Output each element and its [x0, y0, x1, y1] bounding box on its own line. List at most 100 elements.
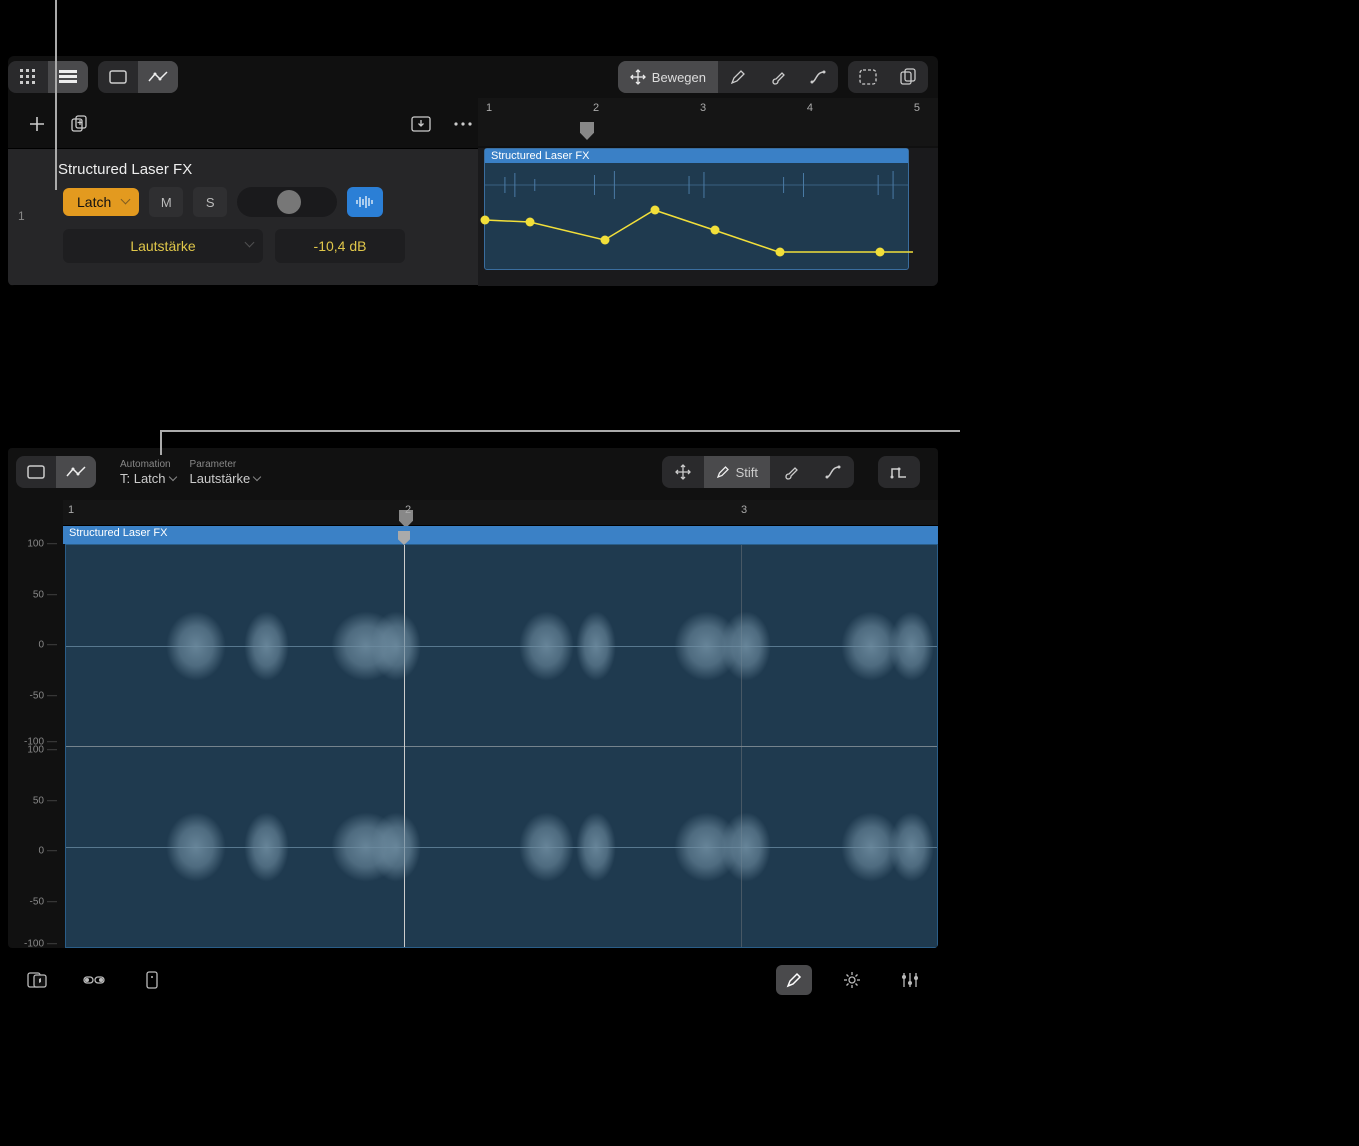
duplicate-track-button[interactable] — [64, 109, 94, 139]
automation-point[interactable] — [481, 216, 490, 225]
pencil-icon — [730, 69, 746, 85]
waveform-burst — [166, 812, 226, 882]
settings-button[interactable] — [834, 965, 870, 995]
automation-param-value[interactable]: -10,4 dB — [275, 229, 405, 263]
track-name: Structured Laser FX — [58, 161, 192, 178]
settings-icon — [843, 971, 861, 989]
ruler-tick: 3 — [741, 504, 747, 516]
audio-editor-panel: Automation T: Latch Parameter Lautstärke… — [8, 448, 938, 948]
curve-icon — [810, 69, 826, 85]
brush-icon — [770, 69, 786, 85]
marquee-button[interactable] — [848, 61, 888, 93]
import-icon — [411, 116, 431, 132]
timeline-ruler[interactable]: 12345 — [478, 98, 938, 146]
pencil-tool-button[interactable] — [718, 61, 758, 93]
scale-label: 100 — [27, 539, 57, 550]
brush-tool-button[interactable] — [758, 61, 798, 93]
automation-point[interactable] — [711, 226, 720, 235]
curve-tool-button[interactable] — [798, 61, 838, 93]
editor-automation-view-button[interactable] — [56, 456, 96, 488]
automation-point[interactable] — [651, 206, 660, 215]
playhead[interactable] — [580, 122, 594, 140]
editor-ruler[interactable]: 1 2 3 — [63, 500, 938, 526]
copy-button[interactable] — [888, 61, 928, 93]
region-view-button[interactable] — [98, 61, 138, 93]
library-icon — [27, 972, 45, 988]
annotation-line-mid — [160, 430, 960, 432]
curve-icon — [825, 464, 841, 480]
editor-toolbar: Automation T: Latch Parameter Lautstärke… — [8, 448, 938, 496]
library-button[interactable] — [18, 965, 54, 995]
pan-slider[interactable] — [237, 187, 337, 217]
audio-region[interactable]: Structured Laser FX — [484, 148, 909, 270]
move-icon — [630, 69, 646, 85]
track-lane[interactable]: Structured Laser FX — [478, 148, 938, 286]
region-waveform — [485, 165, 908, 205]
solo-button[interactable]: S — [193, 187, 227, 217]
waveform-burst — [721, 611, 771, 681]
waveform-burst — [576, 812, 616, 882]
waveform-icon — [355, 195, 375, 209]
more-icon — [454, 121, 472, 127]
scale-label: 0 — [38, 640, 57, 651]
dropdown-value: Lautstärke — [190, 471, 251, 486]
automation-point[interactable] — [876, 248, 885, 257]
sliders-icon — [901, 972, 919, 988]
duplicate-icon — [70, 115, 88, 133]
editor-shape-tool[interactable] — [878, 456, 920, 488]
scale-label: 50 — [33, 795, 57, 806]
waveform-burst — [371, 611, 421, 681]
parameter-dropdown[interactable]: Parameter Lautstärke — [190, 459, 261, 486]
more-button[interactable] — [448, 109, 478, 139]
chevron-down-icon — [253, 473, 261, 481]
ruler-tick: 1 — [68, 504, 74, 516]
remote-icon — [146, 971, 158, 989]
automation-point[interactable] — [526, 218, 535, 227]
ruler-tick: 2 — [405, 504, 411, 516]
grid-view-button[interactable] — [8, 61, 48, 93]
remote-button[interactable] — [134, 965, 170, 995]
pencil-icon — [716, 465, 730, 479]
import-button[interactable] — [406, 109, 436, 139]
scale-label: 50 — [33, 589, 57, 600]
editor-brush-tool[interactable] — [770, 456, 812, 488]
waveform-burst — [519, 812, 574, 882]
track-header[interactable]: 1 Structured Laser FX Latch M S Lautstär… — [8, 148, 478, 286]
automation-mode-select[interactable]: Latch — [63, 188, 139, 216]
automation-point[interactable] — [601, 236, 610, 245]
editor-region-title: Structured Laser FX — [63, 526, 938, 544]
editor-pen-tool[interactable]: Stift — [704, 456, 770, 488]
move-tool-button[interactable]: Bewegen — [618, 61, 718, 93]
ruler-tick: 2 — [593, 102, 599, 114]
list-view-button[interactable] — [48, 61, 88, 93]
scale-label: -50 — [30, 690, 57, 701]
automation-point[interactable] — [776, 248, 785, 257]
waveform-burst — [889, 812, 934, 882]
automation-param-select[interactable]: Lautstärke — [63, 229, 263, 263]
sliders-button[interactable] — [892, 965, 928, 995]
pencil-icon — [786, 972, 802, 988]
editor-region-view-button[interactable] — [16, 456, 56, 488]
waveform-burst — [889, 611, 934, 681]
mute-button[interactable]: M — [149, 187, 183, 217]
marquee-icon — [859, 69, 877, 85]
editor-waveform-area[interactable] — [65, 544, 938, 948]
brush-icon — [783, 464, 799, 480]
edit-mode-button[interactable] — [776, 965, 812, 995]
dropdown-label: Automation — [120, 459, 176, 470]
add-track-button[interactable] — [22, 109, 52, 139]
waveform-burst — [244, 611, 289, 681]
automation-view-button[interactable] — [138, 61, 178, 93]
mixer-icon — [84, 974, 104, 986]
ruler-tick: 5 — [914, 102, 920, 114]
editor-move-tool[interactable] — [662, 456, 704, 488]
bottom-toolbar — [8, 958, 938, 1002]
input-monitor-button[interactable] — [347, 187, 383, 217]
scale-label: -100 — [24, 938, 57, 948]
automation-mode-dropdown[interactable]: Automation T: Latch — [120, 459, 176, 486]
pan-knob[interactable] — [277, 190, 301, 214]
pen-tool-label: Stift — [736, 465, 758, 480]
mixer-button[interactable] — [76, 965, 112, 995]
editor-curve-tool[interactable] — [812, 456, 854, 488]
tracks-panel: Bewegen — [8, 56, 938, 286]
